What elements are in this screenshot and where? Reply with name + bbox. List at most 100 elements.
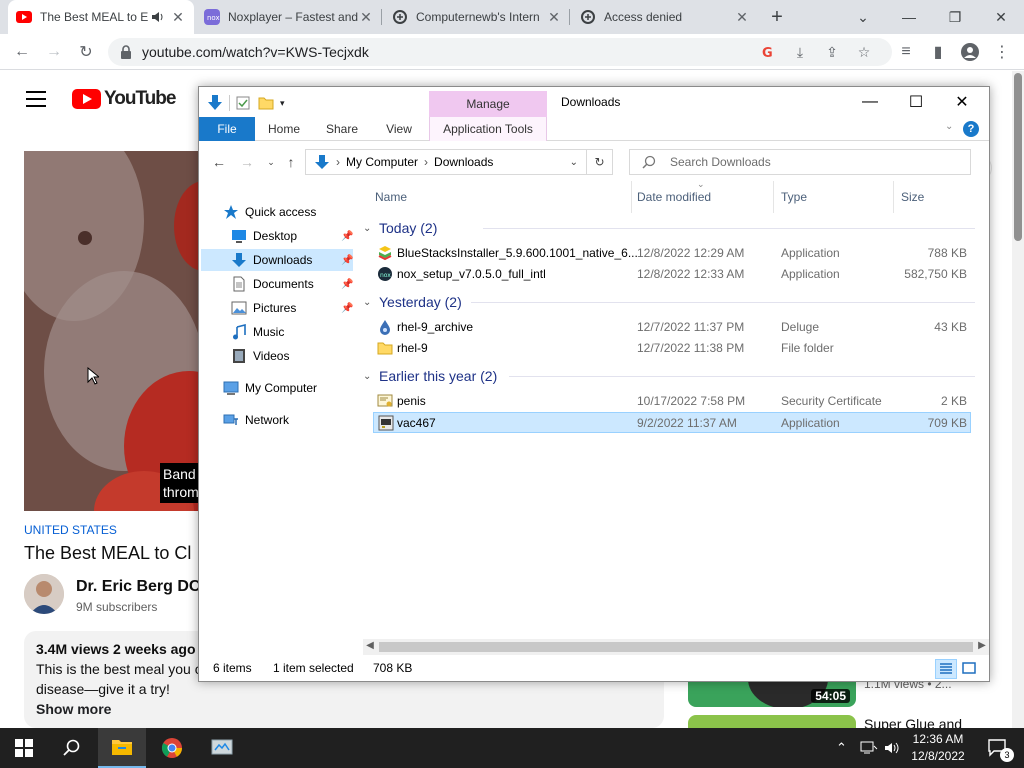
- nav-item-quick-access[interactable]: Quick access: [223, 201, 353, 223]
- file-row[interactable]: vac467 9/2/2022 11:37 AM Application 709…: [373, 412, 971, 433]
- new-tab-button[interactable]: +: [766, 6, 788, 28]
- share-icon[interactable]: ⇪: [822, 42, 842, 62]
- properties-icon[interactable]: [236, 96, 250, 110]
- nav-item-my-computer[interactable]: My Computer: [223, 377, 353, 399]
- column-header-size[interactable]: Size: [901, 181, 924, 213]
- video-player[interactable]: [24, 151, 198, 511]
- country-tag[interactable]: UNITED STATES: [24, 523, 117, 537]
- pin-icon[interactable]: 📌: [341, 303, 353, 315]
- column-header-name[interactable]: Name: [375, 181, 407, 213]
- new-folder-icon[interactable]: [258, 96, 274, 110]
- tab-search-icon[interactable]: ⌄: [840, 0, 886, 34]
- forward-arrow-icon[interactable]: →: [42, 40, 66, 64]
- back-arrow-icon[interactable]: ←: [10, 40, 34, 64]
- group-header[interactable]: ⌄ Earlier this year (2): [363, 365, 989, 387]
- breadcrumb-item[interactable]: Downloads: [434, 155, 493, 169]
- close-tab-icon[interactable]: ✕: [734, 9, 750, 26]
- nav-item-pictures[interactable]: Pictures: [231, 297, 353, 319]
- close-window-button[interactable]: ✕: [939, 87, 985, 117]
- expand-ribbon-icon[interactable]: ⌄: [945, 121, 953, 132]
- file-row[interactable]: BlueStacksInstaller_5.9.600.1001_native_…: [373, 243, 971, 264]
- minimize-button[interactable]: —: [886, 0, 932, 34]
- group-header[interactable]: ⌄ Yesterday (2): [363, 291, 989, 313]
- show-more-button[interactable]: Show more: [36, 701, 652, 717]
- scroll-left-icon[interactable]: ◀: [363, 640, 377, 651]
- address-bar[interactable]: › My Computer › Downloads ⌄: [305, 149, 587, 175]
- google-icon[interactable]: G: [758, 42, 778, 62]
- chevron-down-icon[interactable]: ⌄: [570, 157, 578, 168]
- pin-icon[interactable]: 📌: [341, 255, 353, 267]
- network-tray-icon[interactable]: [860, 728, 878, 768]
- system-clock[interactable]: 12:36 AM 12/8/2022: [896, 731, 980, 765]
- group-header[interactable]: ⌄ Today (2): [363, 217, 989, 239]
- file-explorer-taskbar-icon[interactable]: [98, 728, 146, 768]
- tab-home[interactable]: Home: [255, 117, 313, 141]
- maximize-button[interactable]: ☐: [893, 87, 939, 117]
- close-window-button[interactable]: ✕: [978, 0, 1024, 34]
- page-scrollbar[interactable]: [1012, 71, 1024, 728]
- media-control-icon[interactable]: ≡: [894, 40, 918, 64]
- nav-item-downloads[interactable]: Downloads: [201, 249, 353, 271]
- nav-item-network[interactable]: Network: [223, 409, 353, 431]
- forward-arrow-icon[interactable]: →: [237, 153, 257, 171]
- close-tab-icon[interactable]: ✕: [546, 9, 562, 26]
- help-icon[interactable]: ?: [963, 121, 979, 137]
- channel-name[interactable]: Dr. Eric Berg DC: [76, 578, 200, 596]
- browser-tab[interactable]: The Best MEAL to E ✕: [8, 0, 194, 34]
- subscriber-count: 9M subscribers: [76, 600, 158, 614]
- browser-tab[interactable]: Access denied ✕: [572, 0, 758, 34]
- windows-start-icon[interactable]: [0, 728, 48, 768]
- address-bar[interactable]: youtube.com/watch?v=KWS-Tecjxdk G ⤓ ⇪ ☆: [108, 38, 892, 66]
- back-arrow-icon[interactable]: ←: [209, 153, 229, 171]
- youtube-logo[interactable]: YouTube: [72, 88, 176, 110]
- pin-icon[interactable]: 📌: [341, 231, 353, 243]
- scroll-right-icon[interactable]: ▶: [975, 640, 989, 651]
- nav-item-documents[interactable]: Documents: [231, 273, 353, 295]
- tab-share[interactable]: Share: [313, 117, 371, 141]
- channel-avatar[interactable]: [24, 574, 64, 614]
- recent-locations-icon[interactable]: ⌄: [261, 153, 281, 171]
- profile-icon[interactable]: [958, 40, 982, 64]
- control-panel-taskbar-icon[interactable]: [198, 728, 246, 768]
- notification-center-icon[interactable]: 3: [980, 728, 1016, 768]
- file-row[interactable]: rhel-9 12/7/2022 11:38 PM File folder: [373, 338, 971, 359]
- restore-button[interactable]: ❐: [932, 0, 978, 34]
- breadcrumb-item[interactable]: My Computer: [346, 155, 418, 169]
- close-tab-icon[interactable]: ✕: [358, 9, 374, 26]
- column-header-type[interactable]: Type: [781, 181, 807, 213]
- speaker-icon[interactable]: [150, 9, 166, 25]
- search-icon[interactable]: [48, 728, 96, 768]
- show-hidden-icons-icon[interactable]: ⌃: [836, 728, 847, 768]
- nav-item-desktop[interactable]: Desktop: [231, 225, 353, 247]
- close-tab-icon[interactable]: ✕: [170, 9, 186, 26]
- minimize-button[interactable]: —: [847, 87, 893, 117]
- customize-qat-icon[interactable]: ▾: [280, 98, 285, 109]
- refresh-icon[interactable]: ↻: [587, 149, 613, 175]
- file-row[interactable]: rhel-9_archive 12/7/2022 11:37 PM Deluge…: [373, 317, 971, 338]
- bookmark-star-icon[interactable]: ☆: [854, 42, 874, 62]
- tab-application-tools[interactable]: Application Tools: [429, 117, 547, 141]
- search-input[interactable]: Search Downloads: [629, 149, 971, 175]
- side-panel-icon[interactable]: ▮: [926, 40, 950, 64]
- nav-item-videos[interactable]: Videos: [231, 345, 353, 367]
- reload-icon[interactable]: ↻: [74, 40, 98, 64]
- install-app-icon[interactable]: ⤓: [790, 42, 810, 62]
- horizontal-scrollbar[interactable]: ◀ ▶: [363, 639, 989, 655]
- tab-file[interactable]: File: [199, 117, 255, 141]
- hamburger-menu-icon[interactable]: [26, 91, 46, 107]
- file-row[interactable]: penis 10/17/2022 7:58 PM Security Certif…: [373, 391, 971, 412]
- details-view-icon[interactable]: [935, 659, 957, 679]
- recommended-thumbnail[interactable]: 54:05: [688, 679, 856, 707]
- chrome-taskbar-icon[interactable]: [148, 728, 196, 768]
- browser-tab[interactable]: Computernewb's Intern ✕: [384, 0, 570, 34]
- recommended-thumbnail[interactable]: [688, 715, 856, 728]
- context-tab-manage[interactable]: Manage: [429, 91, 547, 117]
- browser-tab[interactable]: nox Noxplayer – Fastest and ✕: [196, 0, 382, 34]
- nav-item-music[interactable]: Music: [231, 321, 353, 343]
- kebab-menu-icon[interactable]: ⋮: [990, 40, 1014, 64]
- up-arrow-icon[interactable]: ↑: [281, 153, 301, 171]
- file-row[interactable]: nox nox_setup_v7.0.5.0_full_intl 12/8/20…: [373, 264, 971, 285]
- tab-view[interactable]: View: [371, 117, 427, 141]
- large-icons-view-icon[interactable]: [959, 659, 981, 679]
- pin-icon[interactable]: 📌: [341, 279, 353, 291]
